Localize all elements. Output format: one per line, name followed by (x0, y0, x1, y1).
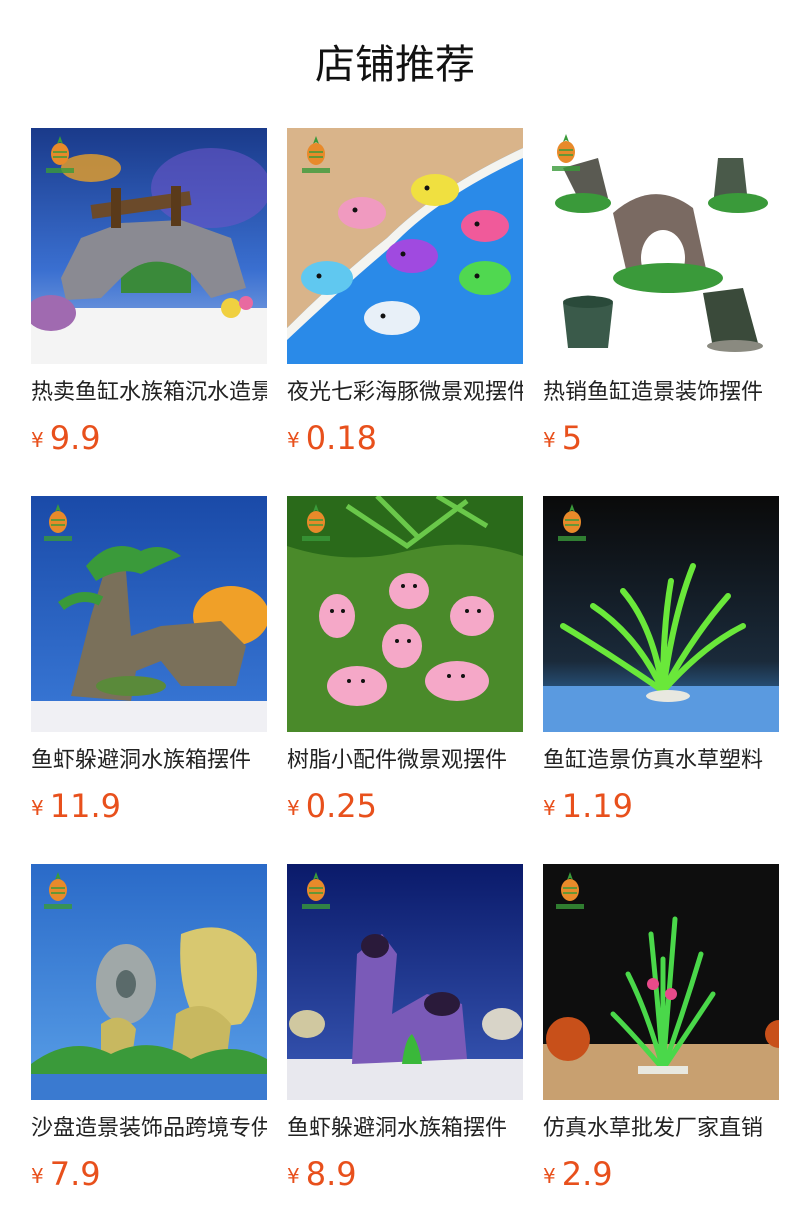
product-name[interactable]: 鱼虾躲避洞水族箱摆件 (287, 1112, 523, 1146)
product-price: ¥7.9 (31, 1152, 101, 1196)
product-card[interactable]: 热销鱼缸造景装饰摆件 ¥5 (543, 128, 779, 496)
product-price: ¥1.19 (543, 784, 633, 828)
currency-symbol: ¥ (31, 1164, 44, 1188)
product-name[interactable]: 鱼缸造景仿真水草塑料 (543, 744, 779, 778)
product-card[interactable]: 热卖鱼缸水族箱沉水造景 ¥9.9 (31, 128, 267, 496)
product-card[interactable]: 鱼缸造景仿真水草塑料 ¥1.19 (543, 496, 779, 864)
product-card[interactable]: 树脂小配件微景观摆件 ¥0.25 (287, 496, 523, 864)
currency-symbol: ¥ (543, 428, 556, 452)
product-image[interactable] (287, 496, 523, 732)
product-card[interactable]: 鱼虾躲避洞水族箱摆件 ¥8.9 (287, 864, 523, 1232)
price-amount: 8.9 (305, 1155, 357, 1193)
product-name[interactable]: 热卖鱼缸水族箱沉水造景 (31, 376, 267, 410)
product-name[interactable]: 热销鱼缸造景装饰摆件 (543, 376, 779, 410)
price-amount: 9.9 (49, 419, 101, 457)
price-amount: 11.9 (49, 787, 121, 825)
product-image[interactable] (31, 496, 267, 732)
product-card[interactable]: 夜光七彩海豚微景观摆件 ¥0.18 (287, 128, 523, 496)
product-image[interactable] (543, 128, 779, 364)
product-price: ¥2.9 (543, 1152, 613, 1196)
price-amount: 7.9 (49, 1155, 101, 1193)
product-card[interactable]: 鱼虾躲避洞水族箱摆件 ¥11.9 (31, 496, 267, 864)
currency-symbol: ¥ (543, 796, 556, 820)
product-name[interactable]: 树脂小配件微景观摆件 (287, 744, 523, 778)
product-image[interactable] (287, 864, 523, 1100)
product-price: ¥0.25 (287, 784, 377, 828)
product-price: ¥8.9 (287, 1152, 357, 1196)
product-name[interactable]: 仿真水草批发厂家直销 (543, 1112, 779, 1146)
price-amount: 0.18 (305, 419, 377, 457)
product-price: ¥9.9 (31, 416, 101, 460)
page-title: 店铺推荐 (315, 42, 475, 88)
product-grid: 热卖鱼缸水族箱沉水造景 ¥9.9 夜光七彩海豚微景观摆件 ¥ 0.18 热销鱼缸… (31, 128, 790, 1232)
price-amount: 5 (561, 419, 583, 457)
product-image[interactable] (287, 128, 523, 364)
product-image[interactable] (31, 128, 267, 364)
product-image[interactable] (543, 864, 779, 1100)
currency-symbol: ¥ (287, 796, 300, 820)
currency-symbol: ¥ (31, 796, 44, 820)
product-card[interactable]: 沙盘造景装饰品跨境专供 ¥7.9 (31, 864, 267, 1232)
product-name[interactable]: 沙盘造景装饰品跨境专供 (31, 1112, 267, 1146)
product-image[interactable] (31, 864, 267, 1100)
product-name[interactable]: 鱼虾躲避洞水族箱摆件 (31, 744, 267, 778)
product-image[interactable] (543, 496, 779, 732)
price-amount: 2.9 (561, 1155, 613, 1193)
currency-symbol: ¥ (287, 1164, 300, 1188)
product-card[interactable]: 仿真水草批发厂家直销 ¥2.9 (543, 864, 779, 1232)
currency-symbol: ¥ (31, 428, 44, 452)
currency-symbol: ¥ (543, 1164, 556, 1188)
product-price: ¥0.18 (287, 416, 377, 460)
price-amount: 0.25 (305, 787, 377, 825)
currency-symbol: ¥ (287, 428, 300, 452)
price-amount: 1.19 (561, 787, 633, 825)
product-price: ¥11.9 (31, 784, 121, 828)
product-price: ¥5 (543, 416, 582, 460)
product-name[interactable]: 夜光七彩海豚微景观摆件 (287, 376, 523, 410)
